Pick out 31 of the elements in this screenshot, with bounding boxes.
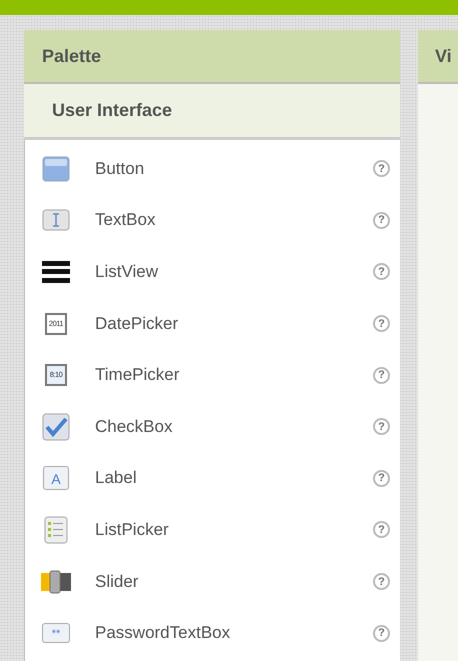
panel-title: Palette xyxy=(42,46,102,66)
help-icon[interactable]: ? xyxy=(373,418,390,436)
slider-icon xyxy=(41,570,71,594)
checkmark-icon xyxy=(42,412,70,441)
component-label[interactable]: ListView xyxy=(95,262,373,282)
component-label[interactable]: CheckBox xyxy=(95,416,373,437)
component-label[interactable]: Slider xyxy=(95,572,373,592)
help-icon[interactable]: ? xyxy=(373,521,390,538)
button-icon xyxy=(42,156,70,182)
help-icon[interactable]: ? xyxy=(373,573,390,590)
component-label[interactable]: TimePicker xyxy=(95,365,373,386)
panel-title: Vi xyxy=(435,46,452,66)
component-label[interactable]: Button xyxy=(95,158,373,179)
component-label[interactable]: PasswordTextBox xyxy=(95,623,373,644)
component-label[interactable]: Label xyxy=(95,468,373,488)
letter-icon: A xyxy=(43,466,69,490)
help-icon[interactable]: ? xyxy=(373,263,390,280)
component-label[interactable]: ListPicker xyxy=(95,520,373,540)
help-icon[interactable]: ? xyxy=(373,470,390,487)
component-label[interactable]: DatePicker xyxy=(95,314,373,334)
list-icon xyxy=(42,258,70,285)
component-label[interactable]: TextBox xyxy=(95,210,373,230)
password-icon: ** xyxy=(42,623,70,644)
category-header[interactable]: User Interface xyxy=(24,84,400,140)
help-icon[interactable]: ? xyxy=(373,212,390,229)
help-icon[interactable]: ? xyxy=(373,160,390,178)
text-cursor-icon xyxy=(42,209,70,232)
help-icon[interactable]: ? xyxy=(373,624,390,642)
list-icon xyxy=(44,516,68,544)
help-icon[interactable]: ? xyxy=(373,366,390,384)
help-icon[interactable]: ? xyxy=(373,315,390,332)
